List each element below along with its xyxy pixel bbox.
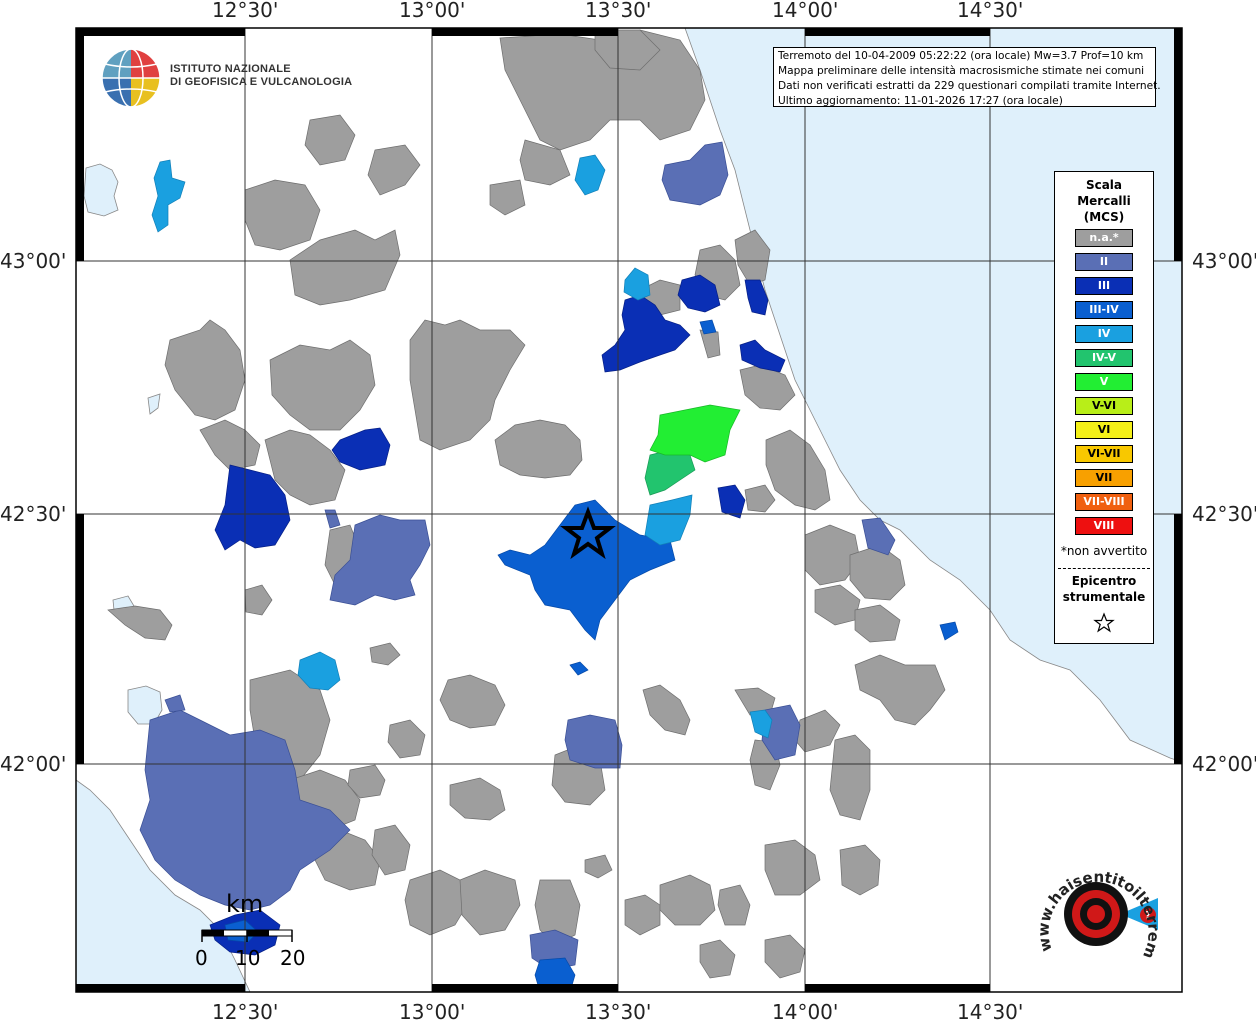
lon-label-top: 12°30'	[212, 0, 279, 22]
legend-item: VII-VIII	[1075, 493, 1133, 511]
ingv-logo-line: ISTITUTO NAZIONALE	[170, 63, 291, 75]
star-icon	[1093, 612, 1115, 633]
event-info-line: Dati non verificati estratti da 229 ques…	[778, 80, 1161, 92]
legend-item: VIII	[1075, 517, 1133, 535]
legend-item: III	[1075, 277, 1133, 295]
lon-label-bottom: 14°30'	[957, 1000, 1024, 1024]
legend-epicenter-line: strumentale	[1062, 590, 1146, 604]
ingv-logo-text: ISTITUTO NAZIONALE DI GEOFISICA E VULCAN…	[170, 63, 352, 89]
lat-label-left: 43°00'	[0, 249, 67, 273]
event-info-box: Terremoto del 10-04-2009 05:22:22 (ora l…	[773, 47, 1161, 107]
lat-label-right: 42°30'	[1192, 502, 1256, 526]
legend-item: VII	[1075, 469, 1133, 487]
event-info-line: Terremoto del 10-04-2009 05:22:22 (ora l…	[778, 50, 1144, 62]
legend-item: VI-VII	[1075, 445, 1133, 463]
lon-label-top: 14°00'	[772, 0, 839, 22]
legend-epicenter-label: Epicentro strumentale	[1055, 573, 1153, 605]
legend-note: *non avvertito	[1060, 544, 1148, 558]
lon-label-top: 14°30'	[957, 0, 1024, 22]
lon-label-bottom: 12°30'	[212, 1000, 279, 1024]
lat-label-right: 42°00'	[1192, 752, 1256, 776]
ingv-logo-line: DI GEOFISICA E VULCANOLOGIA	[170, 76, 353, 88]
scale-tick-label: 20	[280, 946, 306, 970]
legend-item: IV-V	[1075, 349, 1133, 367]
event-info-line: Ultimo aggiornamento: 11-01-2026 17:27 (…	[778, 95, 1063, 107]
scale-tick-label: 0	[195, 946, 208, 970]
lon-label-bottom: 14°00'	[772, 1000, 839, 1024]
lat-label-left: 42°30'	[0, 502, 67, 526]
lon-label-top: 13°30'	[585, 0, 652, 22]
legend-item: IV	[1075, 325, 1133, 343]
lon-label-bottom: 13°00'	[399, 1000, 466, 1024]
legend-item: V-VI	[1075, 397, 1133, 415]
lat-label-right: 43°00'	[1192, 249, 1256, 273]
legend-divider	[1058, 568, 1150, 569]
legend-item: V	[1075, 373, 1133, 391]
legend-title-line: Mercalli	[1077, 194, 1131, 208]
legend-title-line: Scala	[1085, 178, 1123, 192]
scale-tick-label: 10	[235, 946, 261, 970]
legend-item: n.a.*	[1075, 229, 1133, 247]
legend-item: III-IV	[1075, 301, 1133, 319]
globe-icon	[101, 48, 161, 108]
legend-item: II	[1075, 253, 1133, 271]
lake	[83, 163, 119, 217]
lon-label-bottom: 13°30'	[585, 1000, 652, 1024]
lon-label-top: 13°00'	[399, 0, 466, 22]
lat-label-left: 42°00'	[0, 752, 67, 776]
legend-item: VI	[1075, 421, 1133, 439]
event-info-line: Mappa preliminare delle intensità macros…	[778, 65, 1145, 77]
scale-unit: km	[226, 890, 264, 918]
legend-title: Scala Mercalli (MCS)	[1055, 177, 1153, 225]
legend-title-line: (MCS)	[1083, 210, 1125, 224]
mcs-legend: Scala Mercalli (MCS) n.a.* II III III-IV IV I…	[1054, 171, 1154, 644]
legend-epicenter-line: Epicentro	[1071, 574, 1137, 588]
